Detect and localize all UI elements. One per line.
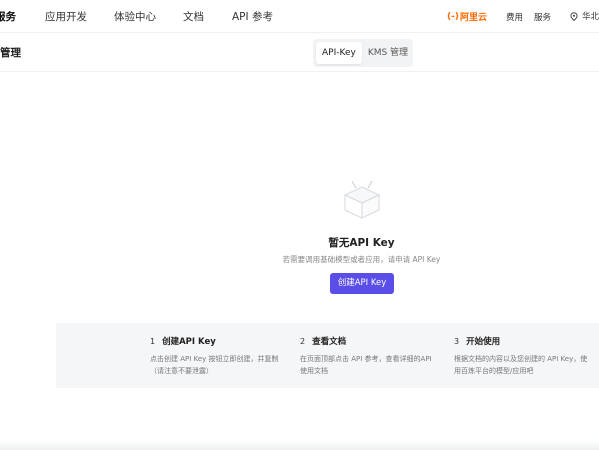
aliyun-logo-icon: (-) [447,11,459,22]
step-header: 2 查看文档 [300,335,435,348]
step-title: 查看文档 [312,337,347,347]
nav-item-docs[interactable]: 文档 [183,9,204,24]
step-description: 点击创建 API Key 按钮立即创建，并复制（请注意不要泄露） [150,355,279,375]
nav-item-services[interactable]: 服务 [0,9,16,24]
nav-item-experience-center[interactable]: 体验中心 [114,9,156,24]
top-navigation-bar: 服务 应用开发 体验中心 文档 API 参考 (-) 阿里云 费用 服务 华北 [0,0,599,33]
step-number: 1 [150,336,156,346]
step-header: 1 创建API Key [150,335,285,348]
page-header: 管理 API-Key KMS 管理 [0,34,599,72]
step-title: 开始使用 [466,337,501,347]
nav-item-app-development[interactable]: 应用开发 [45,9,87,24]
region-selector[interactable]: 华北 [570,10,599,22]
step-title: 创建API Key [162,337,216,347]
region-label: 华北 [582,12,599,22]
brand-name: 阿里云 [459,13,487,23]
tab-switcher: API-Key KMS 管理 [313,39,413,67]
services-link[interactable]: 服务 [534,11,551,23]
step-card: 1 创建API Key 点击创建 API Key 按钮立即创建，并复制（请注意不… [150,335,285,377]
empty-box-icon [339,172,385,226]
tab-api-key[interactable]: API-Key [316,42,362,64]
tab-kms-management[interactable]: KMS 管理 [362,42,414,64]
create-api-key-button[interactable]: 创建API Key [330,273,394,294]
steps-panel: 1 创建API Key 点击创建 API Key 按钮立即创建，并复制（请注意不… [56,323,599,388]
step-card: 3 开始使用 根据文档的内容以及您创建的 API Key，使用百炼平台的模型/应… [454,335,589,377]
step-description: 根据文档的内容以及您创建的 API Key，使用百炼平台的模型/应用吧 [454,355,588,375]
step-card: 2 查看文档 在页面顶部点击 API 参考，查看详细的API使用文档 [300,335,435,377]
page-title: 管理 [0,47,21,59]
nav-item-api-reference[interactable]: API 参考 [232,9,273,24]
step-number: 2 [300,336,306,346]
brand-logo[interactable]: (-) 阿里云 [447,10,487,24]
bottom-divider [0,440,599,450]
location-pin-icon [570,11,578,21]
empty-state-title: 暂无API Key [328,237,395,249]
step-number: 3 [454,336,460,346]
step-description: 在页面顶部点击 API 参考，查看详细的API使用文档 [300,355,432,375]
empty-state-description: 若需要调用基础模型或者应用，请申请 API Key [282,255,441,264]
billing-link[interactable]: 费用 [506,11,523,23]
step-header: 3 开始使用 [454,335,589,348]
